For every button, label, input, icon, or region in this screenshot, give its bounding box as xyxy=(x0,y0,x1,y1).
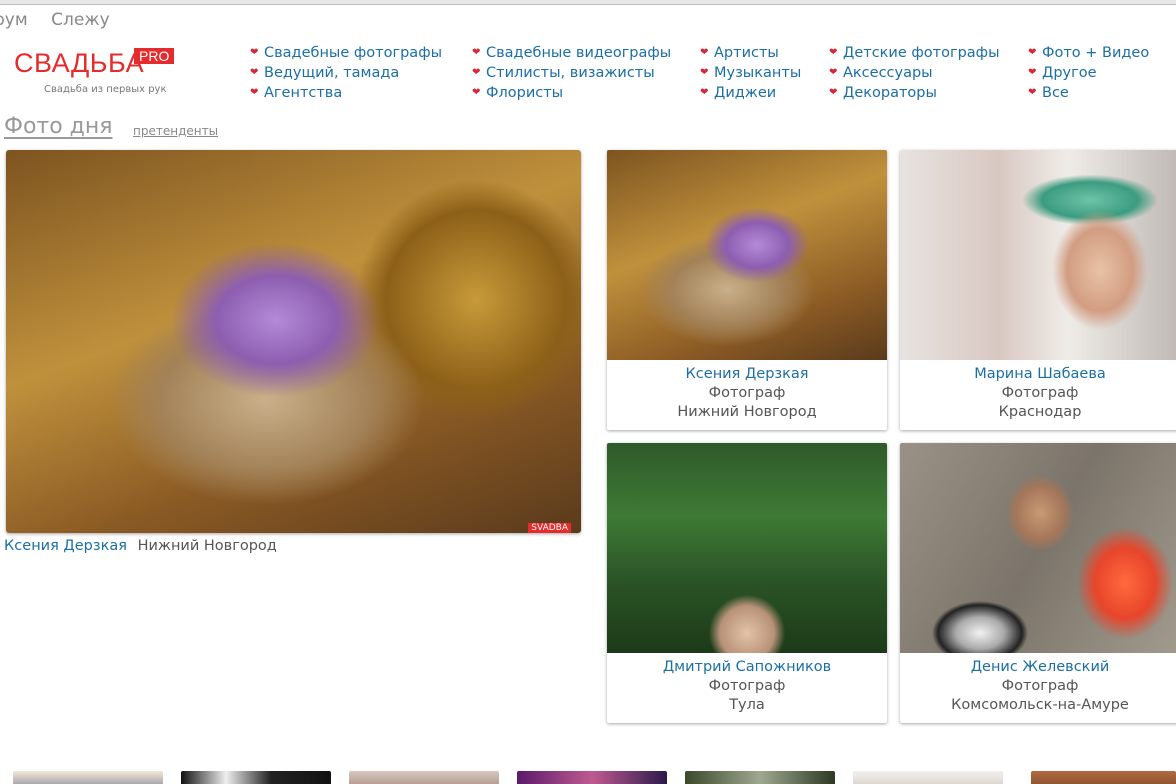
thumbnail[interactable] xyxy=(1031,771,1176,784)
heart-icon: ❤ xyxy=(472,67,481,78)
card-photo[interactable] xyxy=(900,443,1176,653)
photographer-card[interactable]: Ксения Дерзкая Фотограф Нижний Новгород xyxy=(607,150,887,430)
heart-icon: ❤ xyxy=(829,47,838,58)
heart-icon: ❤ xyxy=(829,87,838,98)
heart-icon: ❤ xyxy=(1028,47,1037,58)
category-link[interactable]: ❤ Флористы xyxy=(472,83,671,103)
top-nav-forum[interactable]: рум xyxy=(0,10,28,30)
card-city: Нижний Новгород xyxy=(677,404,817,420)
photographer-card[interactable]: Дмитрий Сапожников Фотограф Тула xyxy=(607,443,887,723)
logo-badge: PRO xyxy=(134,48,175,64)
card-photo[interactable] xyxy=(900,150,1176,360)
site-logo[interactable]: СВАДЬБА PRO Свадьба из первых рук xyxy=(14,48,175,95)
category-link[interactable]: ❤ Ведущий, тамада xyxy=(250,63,442,83)
category-link[interactable]: ❤ Музыканты xyxy=(700,63,801,83)
thumbnail[interactable] xyxy=(181,771,331,784)
photographer-card[interactable]: Денис Желевский Фотограф Комсомольск-на-… xyxy=(900,443,1176,723)
card-role: Фотограф xyxy=(1001,678,1079,694)
category-column: ❤ Свадебные видеографы ❤ Стилисты, визажис… xyxy=(472,43,671,103)
category-column: ❤ Свадебные фотографы ❤ Ведущий, тамада ❤ А… xyxy=(250,43,442,103)
heart-icon: ❤ xyxy=(1028,67,1037,78)
category-link[interactable]: ❤ Агентства xyxy=(250,83,442,103)
thumbnail[interactable] xyxy=(685,771,835,784)
card-photo[interactable] xyxy=(607,150,887,360)
main-photo-city: Нижний Новгород xyxy=(137,538,277,554)
heart-icon: ❤ xyxy=(1028,87,1037,98)
photographer-card[interactable]: Марина Шабаева Фотограф Краснодар xyxy=(900,150,1176,430)
category-link[interactable]: ❤ Все xyxy=(1028,83,1149,103)
category-link[interactable]: ❤ Декораторы xyxy=(829,83,1000,103)
card-name-link[interactable]: Денис Желевский xyxy=(900,658,1176,677)
card-info: Марина Шабаева Фотограф Краснодар xyxy=(900,360,1176,422)
card-city: Комсомольск-на-Амуре xyxy=(951,697,1129,713)
category-link[interactable]: ❤ Диджеи xyxy=(700,83,801,103)
main-photo[interactable]: SVADBA xyxy=(6,150,581,533)
category-column: ❤ Фото + Видео ❤ Другое ❤ Все xyxy=(1028,43,1149,103)
main-photo-caption: Ксения Дерзкая Нижний Новгород xyxy=(4,538,277,554)
contenders-link[interactable]: претенденты xyxy=(133,124,218,138)
category-link[interactable]: ❤ Фото + Видео xyxy=(1028,43,1149,63)
card-name-link[interactable]: Марина Шабаева xyxy=(900,365,1176,384)
heart-icon: ❤ xyxy=(250,87,259,98)
card-info: Ксения Дерзкая Фотограф Нижний Новгород xyxy=(607,360,887,422)
heart-icon: ❤ xyxy=(250,67,259,78)
top-nav: рум Слежу xyxy=(0,10,128,30)
card-name-link[interactable]: Ксения Дерзкая xyxy=(607,365,887,384)
heart-icon: ❤ xyxy=(700,87,709,98)
card-role: Фотограф xyxy=(1001,385,1079,401)
card-role: Фотограф xyxy=(708,678,786,694)
category-link[interactable]: ❤ Другое xyxy=(1028,63,1149,83)
logo-text: СВАДЬБА xyxy=(14,48,145,78)
thumbnail[interactable] xyxy=(349,771,499,784)
category-link[interactable]: ❤ Артисты xyxy=(700,43,801,63)
logo-tagline: Свадьба из первых рук xyxy=(44,84,167,95)
card-city: Тула xyxy=(729,697,765,713)
category-column: ❤ Артисты ❤ Музыканты ❤ Диджеи xyxy=(700,43,801,103)
category-column: ❤ Детские фотографы ❤ Аксессуары ❤ Декорато… xyxy=(829,43,1000,103)
card-role: Фотограф xyxy=(708,385,786,401)
card-photo[interactable] xyxy=(607,443,887,653)
category-link[interactable]: ❤ Детские фотографы xyxy=(829,43,1000,63)
heart-icon: ❤ xyxy=(250,47,259,58)
category-link[interactable]: ❤ Стилисты, визажисты xyxy=(472,63,671,83)
thumbnail[interactable] xyxy=(853,771,1003,784)
category-link[interactable]: ❤ Свадебные видеографы xyxy=(472,43,671,63)
category-link[interactable]: ❤ Аксессуары xyxy=(829,63,1000,83)
card-info: Дмитрий Сапожников Фотограф Тула xyxy=(607,653,887,715)
heart-icon: ❤ xyxy=(472,47,481,58)
thumbnail[interactable] xyxy=(517,771,667,784)
card-info: Денис Желевский Фотограф Комсомольск-на-… xyxy=(900,653,1176,715)
browser-top-border xyxy=(0,0,1176,5)
heart-icon: ❤ xyxy=(700,67,709,78)
heart-icon: ❤ xyxy=(700,47,709,58)
thumbnail[interactable] xyxy=(13,771,163,784)
heart-icon: ❤ xyxy=(829,67,838,78)
top-nav-following[interactable]: Слежу xyxy=(51,10,110,30)
main-photo-author-link[interactable]: Ксения Дерзкая xyxy=(4,538,127,554)
card-city: Краснодар xyxy=(998,404,1082,420)
category-link[interactable]: ❤ Свадебные фотографы xyxy=(250,43,442,63)
heart-icon: ❤ xyxy=(472,87,481,98)
card-name-link[interactable]: Дмитрий Сапожников xyxy=(607,658,887,677)
photo-watermark: SVADBA xyxy=(528,523,571,533)
photo-of-day-title[interactable]: Фото дня xyxy=(4,114,113,139)
